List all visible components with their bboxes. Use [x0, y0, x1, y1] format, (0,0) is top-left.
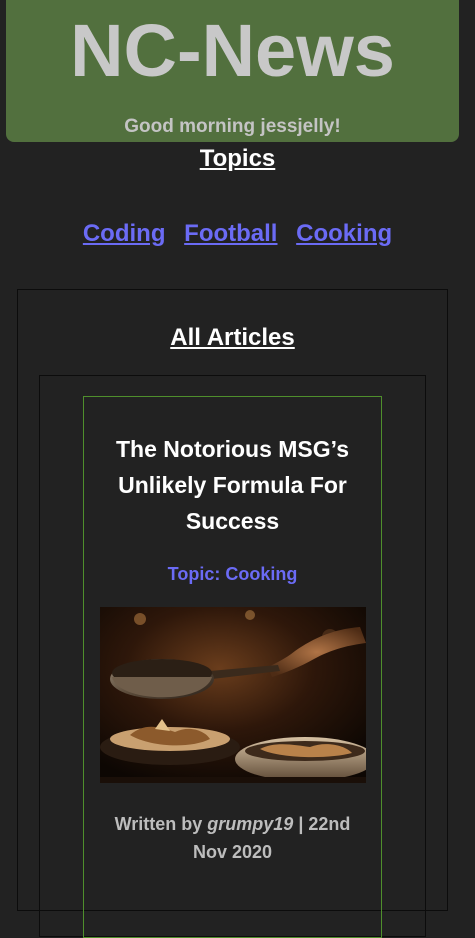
all-articles-heading[interactable]: All Articles [18, 323, 447, 353]
site-header: NC-News Good morning jessjelly! [6, 0, 459, 142]
article-meta: Written by grumpy19 | 22nd Nov 2020 [98, 810, 367, 866]
topic-nav: Coding Football Cooking [0, 218, 475, 250]
cooking-pan-photo-icon [100, 607, 366, 783]
topic-link-football[interactable]: Football [184, 220, 277, 247]
site-title[interactable]: NC-News [6, 6, 459, 96]
written-by-label: Written by [114, 814, 203, 834]
topics-heading[interactable]: Topics [0, 144, 475, 174]
article-author[interactable]: grumpy19 [207, 814, 293, 834]
topic-link-cooking[interactable]: Cooking [296, 220, 392, 247]
article-image[interactable] [100, 607, 366, 783]
articles-list: The Notorious MSG’s Unlikely Formula For… [39, 375, 426, 938]
article-title[interactable]: The Notorious MSG’s Unlikely Formula For… [98, 431, 367, 539]
article-topic[interactable]: Topic: Cooking [84, 563, 381, 585]
articles-section: All Articles The Notorious MSG’s Unlikel… [17, 289, 448, 938]
greeting-text: Good morning jessjelly! [124, 116, 341, 137]
meta-separator: | [298, 814, 304, 834]
article-card[interactable]: The Notorious MSG’s Unlikely Formula For… [83, 396, 382, 938]
topic-link-coding[interactable]: Coding [83, 220, 166, 247]
